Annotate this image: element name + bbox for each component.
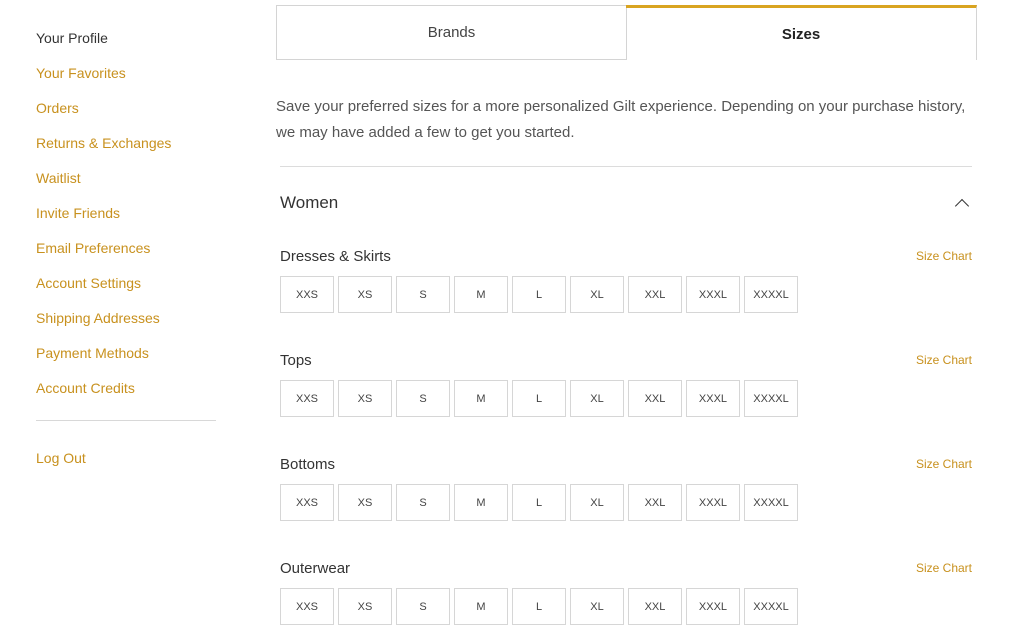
size-option-xl[interactable]: XL (570, 380, 624, 417)
category-title: Outerwear (280, 560, 351, 577)
sidebar-item-waitlist[interactable]: Waitlist (36, 169, 216, 204)
size-option-s[interactable]: S (396, 380, 450, 417)
size-option-s[interactable]: S (396, 588, 450, 625)
size-option-m[interactable]: M (454, 588, 508, 625)
category-title: Tops (280, 352, 312, 369)
size-option-xs[interactable]: XS (338, 484, 392, 521)
size-option-m[interactable]: M (454, 276, 508, 313)
tab-sizes[interactable]: Sizes (626, 5, 977, 60)
size-option-xxl[interactable]: XXL (628, 276, 682, 313)
logout-link[interactable]: Log Out (36, 449, 216, 484)
size-option-xs[interactable]: XS (338, 276, 392, 313)
preferences-tabs: Brands Sizes (276, 5, 977, 60)
size-options: XXS XS S M L XL XXL XXXL XXXXL (280, 276, 802, 313)
size-option-xs[interactable]: XS (338, 588, 392, 625)
chevron-up-icon[interactable] (954, 198, 970, 214)
size-option-xxl[interactable]: XXL (628, 380, 682, 417)
intro-text: Save your preferred sizes for a more per… (276, 98, 966, 141)
size-option-xxs[interactable]: XXS (280, 380, 334, 417)
size-option-xxxxl[interactable]: XXXXL (744, 276, 798, 313)
size-option-xxxl[interactable]: XXXL (686, 484, 740, 521)
size-option-xxs[interactable]: XXS (280, 276, 334, 313)
section-title-women[interactable]: Women (280, 193, 338, 213)
size-chart-link[interactable]: Size Chart (916, 353, 972, 367)
size-option-l[interactable]: L (512, 276, 566, 313)
account-sidebar: Your Profile Your Favorites Orders Retur… (36, 29, 216, 484)
size-option-xl[interactable]: XL (570, 484, 624, 521)
size-chart-link[interactable]: Size Chart (916, 561, 972, 575)
size-option-m[interactable]: M (454, 380, 508, 417)
size-option-xs[interactable]: XS (338, 380, 392, 417)
size-option-s[interactable]: S (396, 484, 450, 521)
category-title: Dresses & Skirts (280, 248, 391, 265)
size-option-xxxxl[interactable]: XXXXL (744, 380, 798, 417)
size-option-l[interactable]: L (512, 484, 566, 521)
category-title: Bottoms (280, 456, 336, 473)
size-option-xl[interactable]: XL (570, 588, 624, 625)
size-option-xxxxl[interactable]: XXXXL (744, 588, 798, 625)
size-chart-link[interactable]: Size Chart (916, 249, 972, 263)
size-option-l[interactable]: L (512, 588, 566, 625)
size-option-xxxxl[interactable]: XXXXL (744, 484, 798, 521)
tab-brands[interactable]: Brands (276, 5, 627, 60)
sidebar-item-returns-exchanges[interactable]: Returns & Exchanges (36, 134, 216, 169)
size-option-xxxl[interactable]: XXXL (686, 380, 740, 417)
size-option-xxxl[interactable]: XXXL (686, 276, 740, 313)
size-option-xxl[interactable]: XXL (628, 484, 682, 521)
size-option-m[interactable]: M (454, 484, 508, 521)
size-option-l[interactable]: L (512, 380, 566, 417)
size-option-xxs[interactable]: XXS (280, 588, 334, 625)
size-options: XXS XS S M L XL XXL XXXL XXXXL (280, 380, 802, 417)
size-option-xxxl[interactable]: XXXL (686, 588, 740, 625)
section-divider (280, 166, 972, 167)
sidebar-item-shipping-addresses[interactable]: Shipping Addresses (36, 309, 216, 344)
size-options: XXS XS S M L XL XXL XXXL XXXXL (280, 484, 802, 521)
size-option-xl[interactable]: XL (570, 276, 624, 313)
sidebar-item-your-profile[interactable]: Your Profile (36, 29, 216, 64)
sidebar-item-invite-friends[interactable]: Invite Friends (36, 204, 216, 239)
size-options: XXS XS S M L XL XXL XXXL XXXXL (280, 588, 802, 625)
sidebar-item-account-settings[interactable]: Account Settings (36, 274, 216, 309)
sidebar-item-your-favorites[interactable]: Your Favorites (36, 64, 216, 99)
size-option-s[interactable]: S (396, 276, 450, 313)
size-option-xxs[interactable]: XXS (280, 484, 334, 521)
sidebar-item-payment-methods[interactable]: Payment Methods (36, 344, 216, 379)
sidebar-divider (36, 420, 216, 421)
size-chart-link[interactable]: Size Chart (916, 457, 972, 471)
sidebar-item-orders[interactable]: Orders (36, 99, 216, 134)
sidebar-item-account-credits[interactable]: Account Credits (36, 379, 216, 414)
size-option-xxl[interactable]: XXL (628, 588, 682, 625)
sidebar-item-email-preferences[interactable]: Email Preferences (36, 239, 216, 274)
